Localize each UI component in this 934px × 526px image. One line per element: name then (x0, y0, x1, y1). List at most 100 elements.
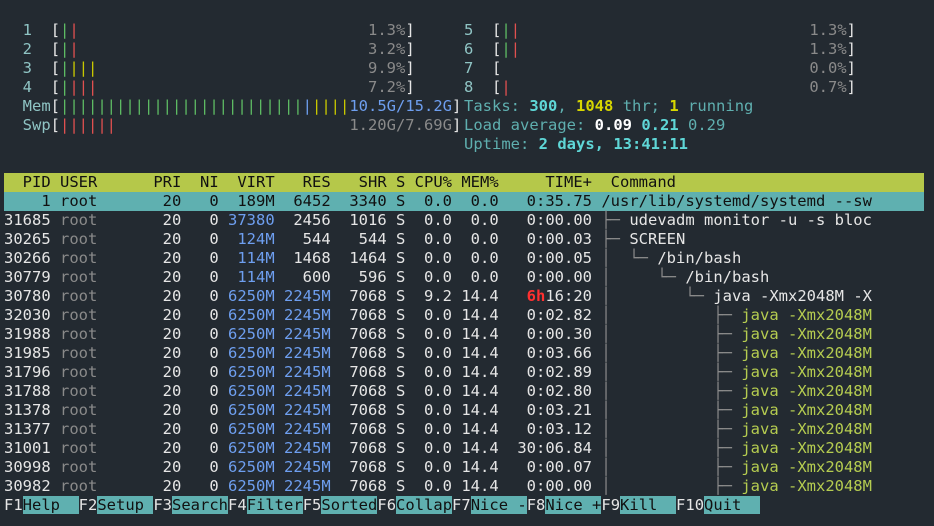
shr: 7068 (330, 458, 387, 476)
fkey-number: F3 (153, 496, 173, 514)
state: S (386, 192, 406, 210)
command: java -Xmx2048M (741, 382, 872, 400)
state: S (386, 287, 406, 305)
pid: 31796 (4, 363, 51, 381)
table-row[interactable]: 30265 root 20 0 124M 544 544 S 0.0 0.0 0… (4, 230, 685, 249)
table-row[interactable]: 30780 root 20 0 6250M 2245M 7068 S 9.2 1… (4, 287, 872, 306)
cpu-percent: 0.0 (405, 401, 452, 419)
fkey-f1[interactable]: F1Help (4, 496, 79, 514)
priority: 20 (144, 344, 182, 362)
fkey-label: Filter (246, 496, 303, 514)
res: 2245M (274, 458, 331, 476)
fkey-f6[interactable]: F6Collap (377, 496, 453, 514)
state: S (386, 477, 406, 495)
nice: 0 (181, 192, 219, 210)
nice: 0 (181, 363, 219, 381)
shr: 7068 (330, 306, 387, 324)
mem-percent: 14.4 (452, 477, 499, 495)
command: java -Xmx2048M (741, 363, 872, 381)
shr: 1016 (330, 211, 387, 229)
cpu-percent: 0.0 (405, 249, 452, 267)
virt: 6250M (218, 306, 275, 324)
shr: 3340 (330, 192, 387, 210)
mem-percent: 0.0 (452, 211, 499, 229)
table-row[interactable]: 31796 root 20 0 6250M 2245M 7068 S 0.0 1… (4, 363, 872, 382)
table-row[interactable]: 30982 root 20 0 6250M 2245M 7068 S 0.0 1… (4, 477, 872, 496)
tree-branch: │ ├─ (601, 344, 742, 362)
priority: 20 (144, 287, 182, 305)
fkey-number: F5 (302, 496, 322, 514)
function-key-bar[interactable]: F1Help F2Setup F3SearchF4FilterF5SortedF… (4, 496, 761, 515)
cpu-percent: 0.0 (405, 382, 452, 400)
user: root (50, 439, 144, 457)
res: 600 (274, 268, 331, 286)
tree-branch: │ └─ (601, 287, 714, 305)
table-row[interactable]: 30779 root 20 0 114M 600 596 S 0.0 0.0 0… (4, 268, 769, 287)
user: root (50, 420, 144, 438)
header-col-virt: VIRT (218, 173, 275, 191)
state: S (386, 249, 406, 267)
shr: 7068 (330, 439, 387, 457)
fkey-f2[interactable]: F2Setup (79, 496, 154, 514)
tree-branch: │ ├─ (601, 401, 742, 419)
fkey-f10[interactable]: F10Quit (676, 496, 761, 514)
table-row[interactable]: 31001 root 20 0 6250M 2245M 7068 S 0.0 1… (4, 439, 872, 458)
table-row[interactable]: 31985 root 20 0 6250M 2245M 7068 S 0.0 1… (4, 344, 872, 363)
command: /usr/lib/systemd/systemd --sw (601, 192, 872, 210)
table-row[interactable]: 31377 root 20 0 6250M 2245M 7068 S 0.0 1… (4, 420, 872, 439)
shr: 596 (330, 268, 387, 286)
table-row[interactable]: 1 root 20 0 189M 6452 3340 S 0.0 0.0 0:3… (4, 192, 924, 211)
user: root (50, 268, 144, 286)
virt: 6250M (218, 439, 275, 457)
time: 0:00.07 (498, 458, 592, 476)
priority: 20 (144, 401, 182, 419)
res: 2245M (274, 401, 331, 419)
table-row[interactable]: 31988 root 20 0 6250M 2245M 7068 S 0.0 1… (4, 325, 872, 344)
process-table-header[interactable]: PID USER PRI NI VIRT RES SHR S CPU% MEM%… (4, 173, 924, 192)
table-row[interactable]: 32030 root 20 0 6250M 2245M 7068 S 0.0 1… (4, 306, 872, 325)
pid: 30998 (4, 458, 51, 476)
user: root (50, 306, 144, 324)
cpu-percent: 0.0 (405, 439, 452, 457)
cpu-percent: 0.0 (405, 477, 452, 495)
time: 0:02.82 (498, 306, 592, 324)
table-row[interactable]: 31788 root 20 0 6250M 2245M 7068 S 0.0 1… (4, 382, 872, 401)
tree-branch: │ └─ (601, 268, 686, 286)
load-average: Load average: 0.09 0.21 0.29 (464, 116, 726, 134)
command: java -Xmx2048M (741, 344, 872, 362)
tree-branch: │ ├─ (601, 306, 742, 324)
mem-percent: 14.4 (452, 420, 499, 438)
fkey-f8[interactable]: F8Nice + (527, 496, 602, 514)
user: root (50, 458, 144, 476)
header-col-user: USER (50, 173, 144, 191)
state: S (386, 230, 406, 248)
virt: 6250M (218, 287, 275, 305)
fkey-f7[interactable]: F7Nice - (452, 496, 527, 514)
table-row[interactable]: 31685 root 20 0 37380 2456 1016 S 0.0 0.… (4, 211, 872, 230)
table-row[interactable]: 30998 root 20 0 6250M 2245M 7068 S 0.0 1… (4, 458, 872, 477)
virt: 6250M (218, 363, 275, 381)
res: 544 (274, 230, 331, 248)
fkey-label: Quit (704, 496, 761, 514)
cpu-percent: 0.0 (405, 230, 452, 248)
mem-percent: 14.4 (452, 382, 499, 400)
table-row[interactable]: 31378 root 20 0 6250M 2245M 7068 S 0.0 1… (4, 401, 872, 420)
res: 1468 (274, 249, 331, 267)
table-row[interactable]: 30266 root 20 0 114M 1468 1464 S 0.0 0.0… (4, 249, 741, 268)
fkey-f4[interactable]: F4Filter (228, 496, 303, 514)
fkey-f3[interactable]: F3Search (153, 496, 229, 514)
command: java -Xmx2048M (741, 306, 872, 324)
pid: 31378 (4, 401, 51, 419)
virt: 124M (218, 230, 275, 248)
fkey-number: F4 (228, 496, 247, 514)
shr: 7068 (330, 420, 387, 438)
fkey-f9[interactable]: F9Kill (601, 496, 677, 514)
tree-branch: │ ├─ (601, 382, 742, 400)
pid: 30266 (4, 249, 51, 267)
virt: 6250M (218, 477, 275, 495)
fkey-f5[interactable]: F5Sorted (303, 496, 378, 514)
res: 2245M (274, 306, 331, 324)
user: root (50, 382, 144, 400)
